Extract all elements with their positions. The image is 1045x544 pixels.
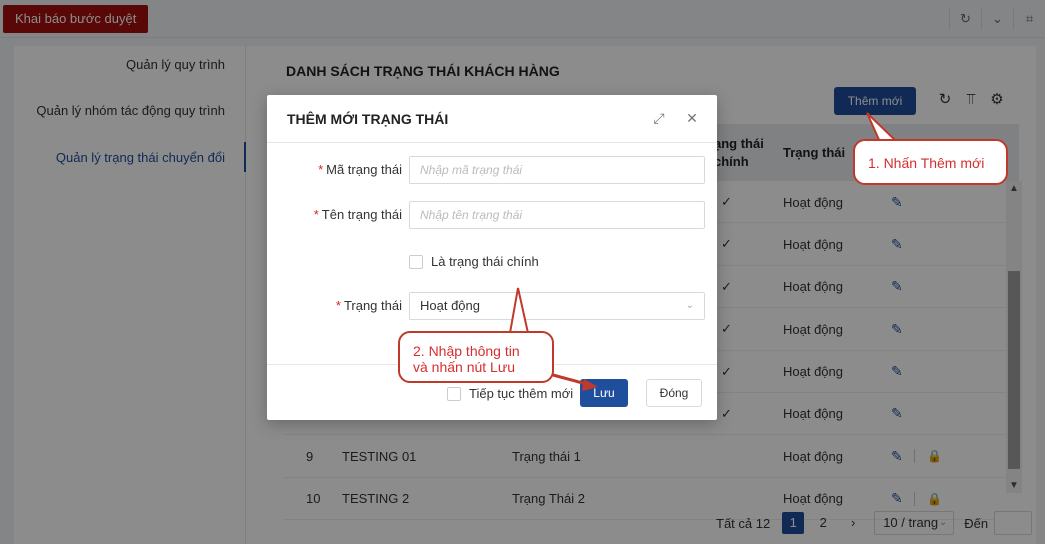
name-label: * Tên trạng thái bbox=[313, 207, 402, 222]
continue-add-row[interactable]: Tiếp tục thêm mới bbox=[447, 386, 573, 401]
continue-add-label: Tiếp tục thêm mới bbox=[469, 386, 574, 401]
modal-header: THÊM MỚI TRẠNG THÁI ⤢ ✕ bbox=[267, 95, 717, 143]
callout-step2: 2. Nhập thông tin và nhấn nút Lưu bbox=[398, 331, 554, 383]
form-row-status: * Trạng thái Hoạt động ⌄ bbox=[267, 292, 717, 320]
form-row-code: * Mã trạng thái bbox=[267, 156, 717, 184]
code-input[interactable] bbox=[409, 156, 705, 184]
name-input[interactable] bbox=[409, 201, 705, 229]
form-row-name: * Tên trạng thái bbox=[267, 201, 717, 229]
is-main-label: Là trạng thái chính bbox=[431, 254, 539, 269]
is-main-checkbox-row[interactable]: Là trạng thái chính bbox=[409, 254, 539, 269]
save-button[interactable]: Lưu bbox=[580, 379, 628, 407]
status-label: * Trạng thái bbox=[335, 298, 402, 313]
status-select[interactable]: Hoạt động ⌄ bbox=[409, 292, 705, 320]
is-main-checkbox[interactable] bbox=[409, 254, 423, 269]
fullscreen-icon[interactable]: ⤢ bbox=[650, 109, 668, 127]
chevron-down-icon: ⌄ bbox=[685, 300, 694, 311]
continue-add-checkbox[interactable] bbox=[447, 386, 461, 401]
close-button[interactable]: Đóng bbox=[646, 379, 702, 407]
code-label: * Mã trạng thái bbox=[318, 162, 402, 177]
modal-title: THÊM MỚI TRẠNG THÁI bbox=[287, 111, 449, 127]
close-icon[interactable]: ✕ bbox=[683, 109, 701, 127]
callout-step1: 1. Nhấn Thêm mới bbox=[853, 139, 1008, 185]
